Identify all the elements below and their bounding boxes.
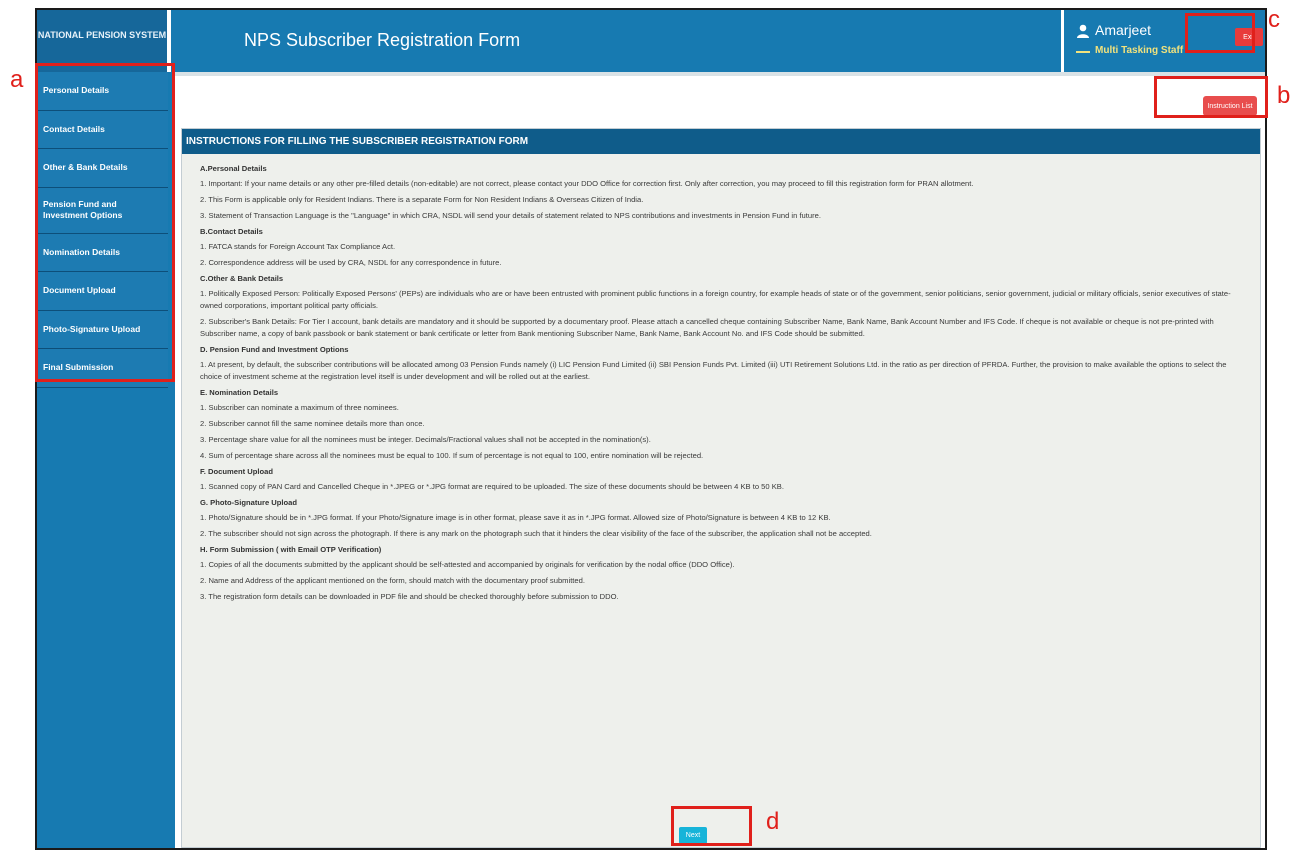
instruction-item: 3. Percentage share value for all the no… bbox=[200, 435, 651, 444]
instruction-item: 1. Important: If your name details or an… bbox=[200, 179, 974, 188]
instruction-item: 2. Correspondence address will be used b… bbox=[200, 258, 502, 267]
annotation-box-d bbox=[671, 806, 752, 846]
instructions-panel: INSTRUCTIONS FOR FILLING THE SUBSCRIBER … bbox=[181, 128, 1261, 848]
instruction-item: 1. Politically Exposed Person: Political… bbox=[200, 289, 1231, 310]
instruction-item: 2. Subscriber's Bank Details: For Tier I… bbox=[200, 317, 1214, 338]
section-title: G. Photo-Signature Upload bbox=[200, 498, 298, 507]
instruction-item: 1. FATCA stands for Foreign Account Tax … bbox=[200, 242, 396, 251]
annotation-label-c: c bbox=[1268, 6, 1280, 33]
instruction-item: 4. Sum of percentage share across all th… bbox=[200, 451, 704, 460]
instruction-item: 2. The subscriber should not sign across… bbox=[200, 529, 872, 538]
instruction-item: 2. Name and Address of the applicant men… bbox=[200, 576, 585, 585]
instructions-heading: INSTRUCTIONS FOR FILLING THE SUBSCRIBER … bbox=[182, 129, 1260, 154]
screenshot-stage: NATIONAL PENSION SYSTEM NPS Subscriber R… bbox=[0, 0, 1301, 850]
instruction-item: 3. The registration form details can be … bbox=[200, 592, 619, 601]
instruction-item: 2. This Form is applicable only for Resi… bbox=[200, 195, 644, 204]
instructions-body: A.Personal Details 1. Important: If your… bbox=[182, 154, 1260, 603]
annotation-box-c bbox=[1185, 13, 1255, 53]
annotation-box-b bbox=[1154, 76, 1268, 118]
instruction-item: 1. Subscriber can nominate a maximum of … bbox=[200, 403, 399, 412]
instruction-item: 1. Scanned copy of PAN Card and Cancelle… bbox=[200, 482, 784, 491]
user-icon bbox=[1077, 24, 1089, 38]
section-title: B.Contact Details bbox=[200, 227, 263, 236]
section-title: E. Nomination Details bbox=[200, 388, 279, 397]
instruction-item: 3. Statement of Transaction Language is … bbox=[200, 211, 821, 220]
section-title: D. Pension Fund and Investment Options bbox=[200, 345, 349, 354]
main-content: Instruction List INSTRUCTIONS FOR FILLIN… bbox=[175, 72, 1265, 848]
instruction-item: 1. At present, by default, the subscribe… bbox=[200, 360, 1227, 381]
user-role-divider bbox=[1076, 51, 1090, 53]
section-title: F. Document Upload bbox=[200, 467, 273, 476]
section-title: H. Form Submission ( with Email OTP Veri… bbox=[200, 545, 382, 554]
content-toolbar: Instruction List bbox=[175, 72, 1265, 118]
instruction-item: 2. Subscriber cannot fill the same nomin… bbox=[200, 419, 425, 428]
instruction-item: 1. Photo/Signature should be in *.JPG fo… bbox=[200, 513, 831, 522]
user-role: Multi Tasking Staff bbox=[1095, 45, 1184, 56]
user-name: Amarjeet bbox=[1095, 22, 1152, 38]
page-title: NPS Subscriber Registration Form bbox=[244, 30, 521, 50]
instruction-item: 1. Copies of all the documents submitted… bbox=[200, 560, 735, 569]
section-title: A.Personal Details bbox=[200, 164, 267, 173]
annotation-label-d: d bbox=[766, 808, 780, 835]
annotation-box-a bbox=[35, 63, 175, 382]
app-window: NATIONAL PENSION SYSTEM NPS Subscriber R… bbox=[35, 8, 1267, 850]
annotation-label-a: a bbox=[10, 66, 24, 93]
section-title: C.Other & Bank Details bbox=[200, 274, 284, 283]
annotation-label-b: b bbox=[1277, 82, 1291, 109]
app-header: NATIONAL PENSION SYSTEM NPS Subscriber R… bbox=[37, 10, 1265, 72]
